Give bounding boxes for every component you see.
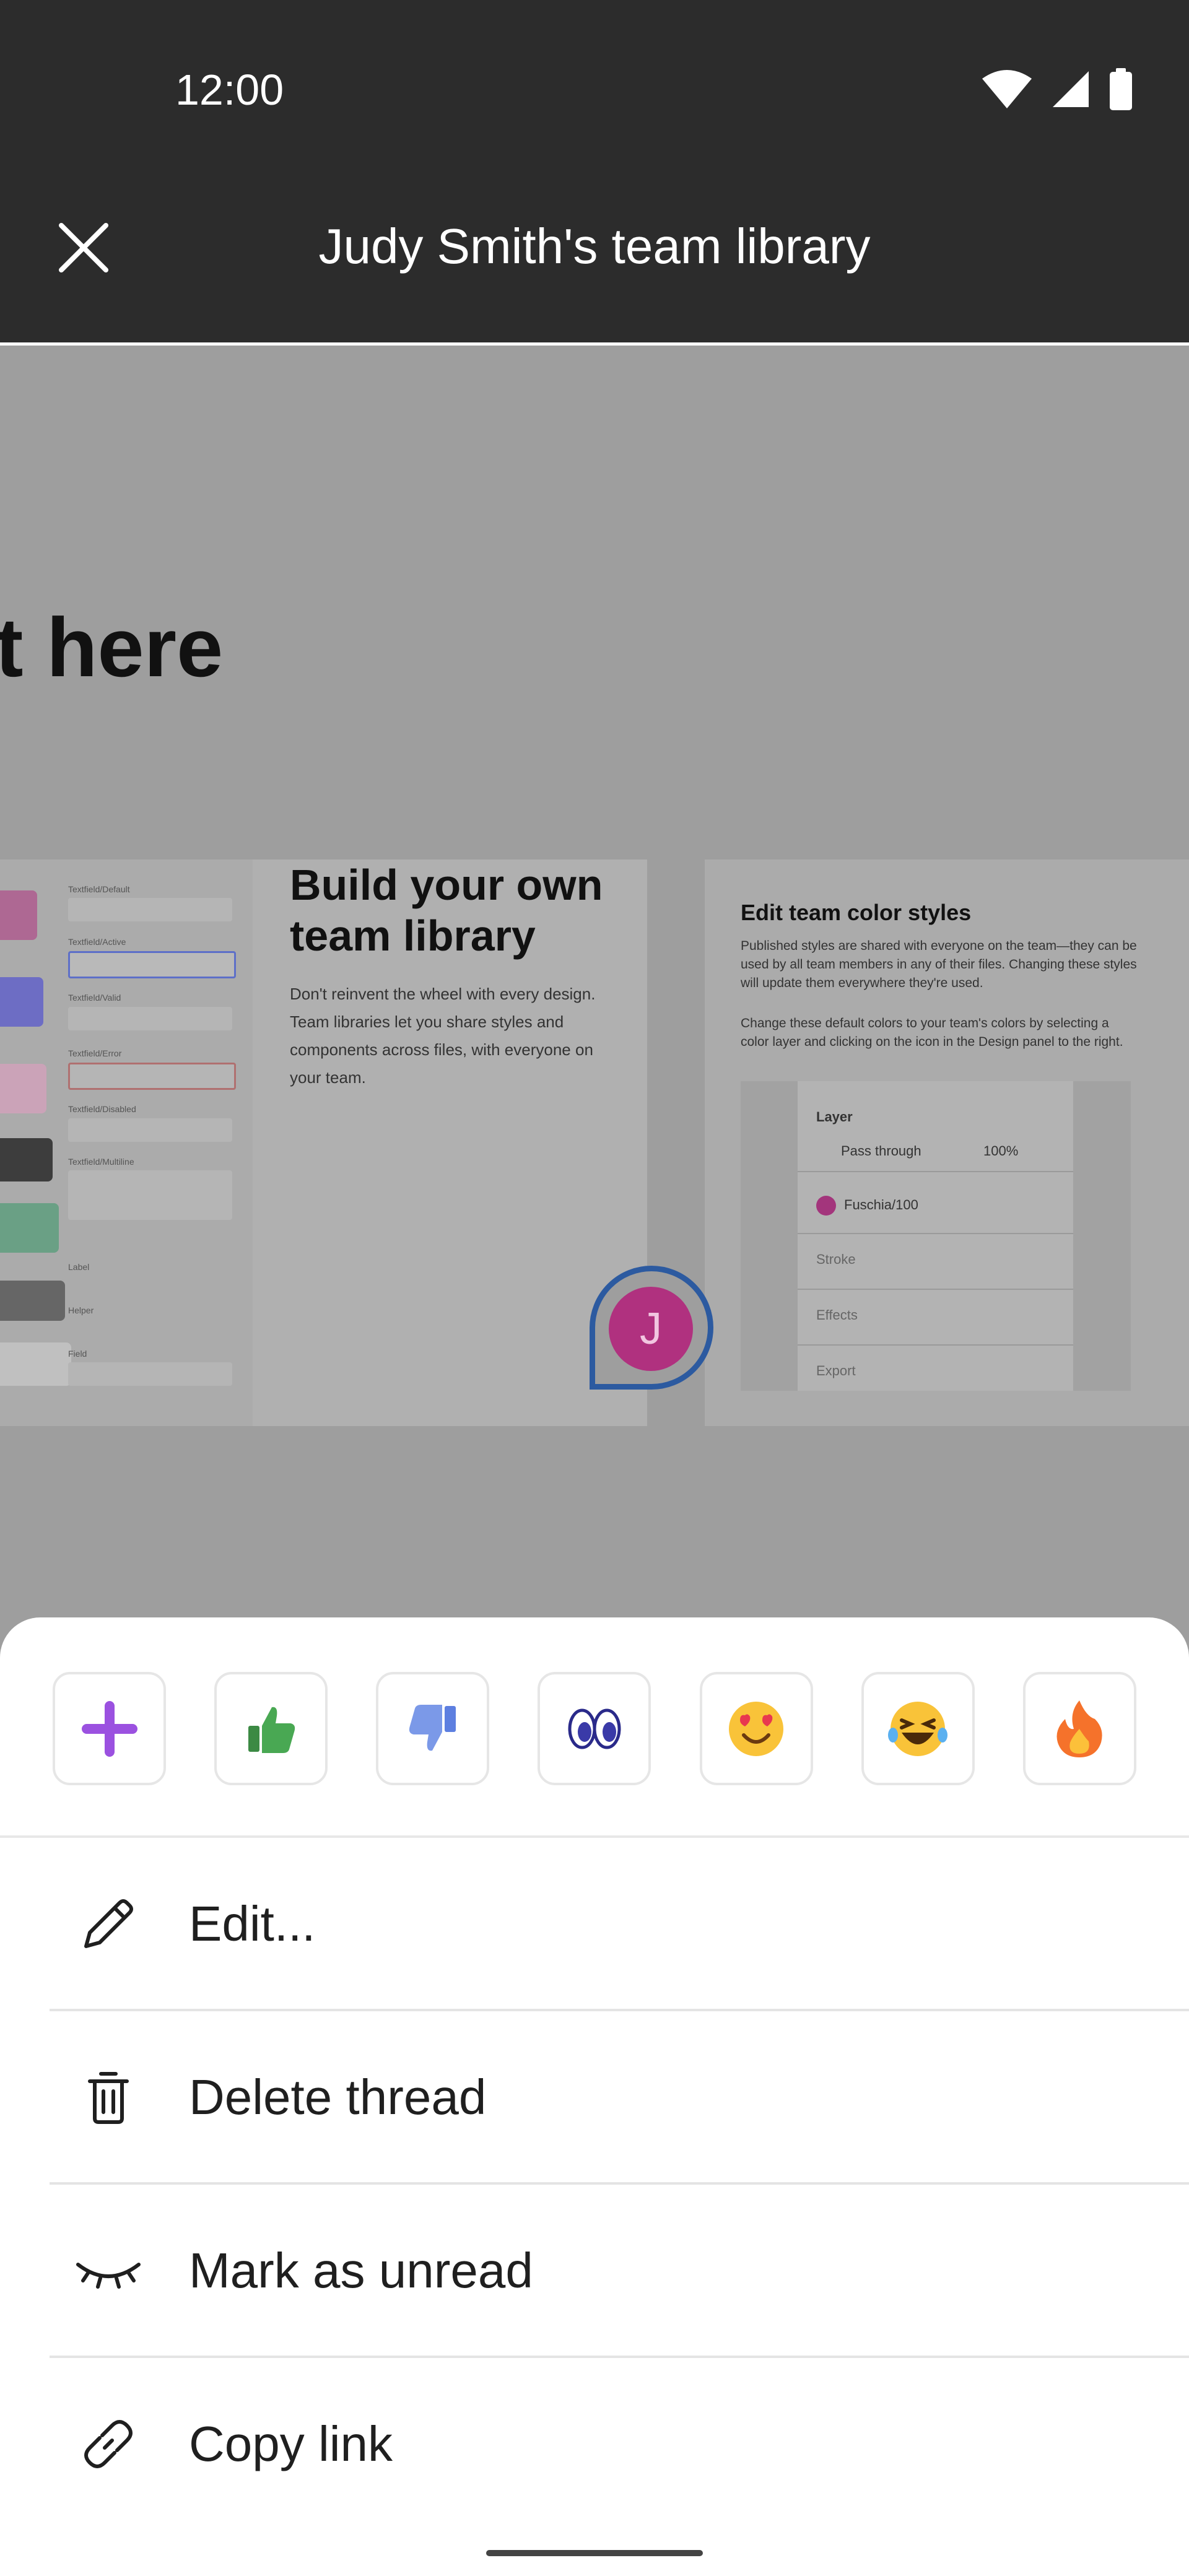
mini-input <box>68 898 232 921</box>
reaction-divider <box>0 1835 1189 1838</box>
opacity-value: 100% <box>983 1143 1019 1159</box>
wifi-icon <box>982 70 1032 108</box>
menu-label: Edit... <box>189 1895 316 1951</box>
battery-icon <box>1110 68 1132 110</box>
fill-name: Fuschia/100 <box>844 1197 918 1212</box>
fill-swatch <box>816 1196 836 1216</box>
thumbs-up-reaction[interactable] <box>214 1672 328 1785</box>
menu-label: Copy link <box>189 2416 393 2471</box>
page-title: Judy Smith's team library <box>318 219 871 274</box>
frame-title: Edit team color styles <box>741 900 972 925</box>
frame-paragraph: Change these default colors to your team… <box>741 1016 1123 1049</box>
divider <box>798 1289 1073 1290</box>
field-label: Helper <box>68 1305 94 1315</box>
swatch <box>0 1281 65 1321</box>
pencil-icon <box>71 1887 146 1961</box>
field-label: Textfield/Error <box>68 1048 122 1058</box>
mini-input <box>68 1170 232 1220</box>
field-label: Textfield/Valid <box>68 993 121 1003</box>
divider <box>798 1171 1073 1172</box>
layer-card: Layer Pass through 100% Fuschia/100 Stro… <box>798 1081 1073 1391</box>
frame-body: Don't reinvent the wheel with every desi… <box>290 985 596 1087</box>
status-bar: 12:00 <box>0 0 1189 186</box>
add-reaction-button[interactable] <box>53 1672 166 1785</box>
eye-closed-icon <box>71 2234 146 2308</box>
bottom-sheet: Edit... Delete thread Mark as unread Cop… <box>0 1617 1189 2576</box>
layer-panel: Layer Pass through 100% Fuschia/100 Stro… <box>741 1081 1131 1391</box>
swatch <box>0 1342 71 1386</box>
status-time: 12:00 <box>175 66 284 114</box>
thumbs-up-icon <box>248 1707 295 1753</box>
divider <box>798 1233 1073 1234</box>
component-column: Textfield/Default Textfield/Active Textf… <box>62 884 248 1423</box>
canvas-heading: rt here <box>0 601 224 694</box>
plus-icon <box>81 1700 137 1757</box>
section-label: Stroke <box>816 1251 856 1267</box>
field-label: Textfield/Disabled <box>68 1104 136 1114</box>
thumbs-down-reaction[interactable] <box>376 1672 490 1785</box>
layer-header: Layer <box>816 1109 853 1125</box>
frame-title: Build your own team library <box>290 861 603 960</box>
menu-item-delete-thread[interactable]: Delete thread <box>0 2012 1189 2182</box>
menu-divider <box>50 2182 1189 2185</box>
menu-item-copy-link[interactable]: Copy link <box>0 2359 1189 2529</box>
thumbs-down-icon <box>409 1704 456 1751</box>
field-label: Textfield/Active <box>68 937 126 947</box>
trash-icon <box>71 2060 146 2134</box>
swatch <box>0 1138 53 1181</box>
menu-item-edit[interactable]: Edit... <box>0 1838 1189 2009</box>
avatar[interactable]: J <box>609 1287 693 1371</box>
menu-item-mark-unread[interactable]: Mark as unread <box>0 2185 1189 2356</box>
mini-input <box>68 1118 232 1142</box>
signal-icon <box>1053 71 1089 107</box>
reaction-bar <box>53 1672 1136 1786</box>
heart-eyes-icon <box>729 1701 784 1756</box>
field-label: Label <box>68 1262 90 1272</box>
mini-input <box>68 951 236 978</box>
fire-reaction[interactable] <box>1022 1672 1136 1785</box>
menu-divider <box>50 2356 1189 2358</box>
swatch <box>0 890 37 940</box>
frame-color-styles[interactable]: Edit team color styles Published styles … <box>705 859 1189 1426</box>
laughing-icon <box>888 1701 948 1756</box>
laughing-reaction[interactable] <box>861 1672 975 1785</box>
blend-mode: Pass through <box>841 1143 921 1159</box>
status-icons <box>981 68 1133 110</box>
field-label: Textfield/Multiline <box>68 1157 134 1167</box>
menu-label: Mark as unread <box>189 2242 533 2298</box>
field-label: Textfield/Default <box>68 884 130 894</box>
home-indicator[interactable] <box>486 2550 703 2556</box>
section-label: Export <box>816 1363 856 1378</box>
fire-icon <box>1056 1700 1103 1757</box>
mini-input <box>68 1063 236 1090</box>
mini-input <box>68 1362 232 1386</box>
eyes-icon <box>568 1708 621 1749</box>
section-label: Effects <box>816 1307 858 1323</box>
mini-input <box>68 1007 232 1030</box>
frame-paragraph: Published styles are shared with everyon… <box>741 939 1137 990</box>
swatch <box>0 1064 46 1113</box>
menu-divider <box>50 2009 1189 2011</box>
swatch <box>0 977 43 1027</box>
field-label: Field <box>68 1349 87 1359</box>
link-icon <box>71 2407 146 2481</box>
eyes-reaction[interactable] <box>538 1672 651 1785</box>
swatch <box>0 1203 59 1253</box>
divider <box>798 1344 1073 1346</box>
heart-eyes-reaction[interactable] <box>699 1672 813 1785</box>
menu-label: Delete thread <box>189 2069 487 2125</box>
design-canvas: rt here Textfield/Default Textfield/Acti… <box>0 346 1189 1621</box>
